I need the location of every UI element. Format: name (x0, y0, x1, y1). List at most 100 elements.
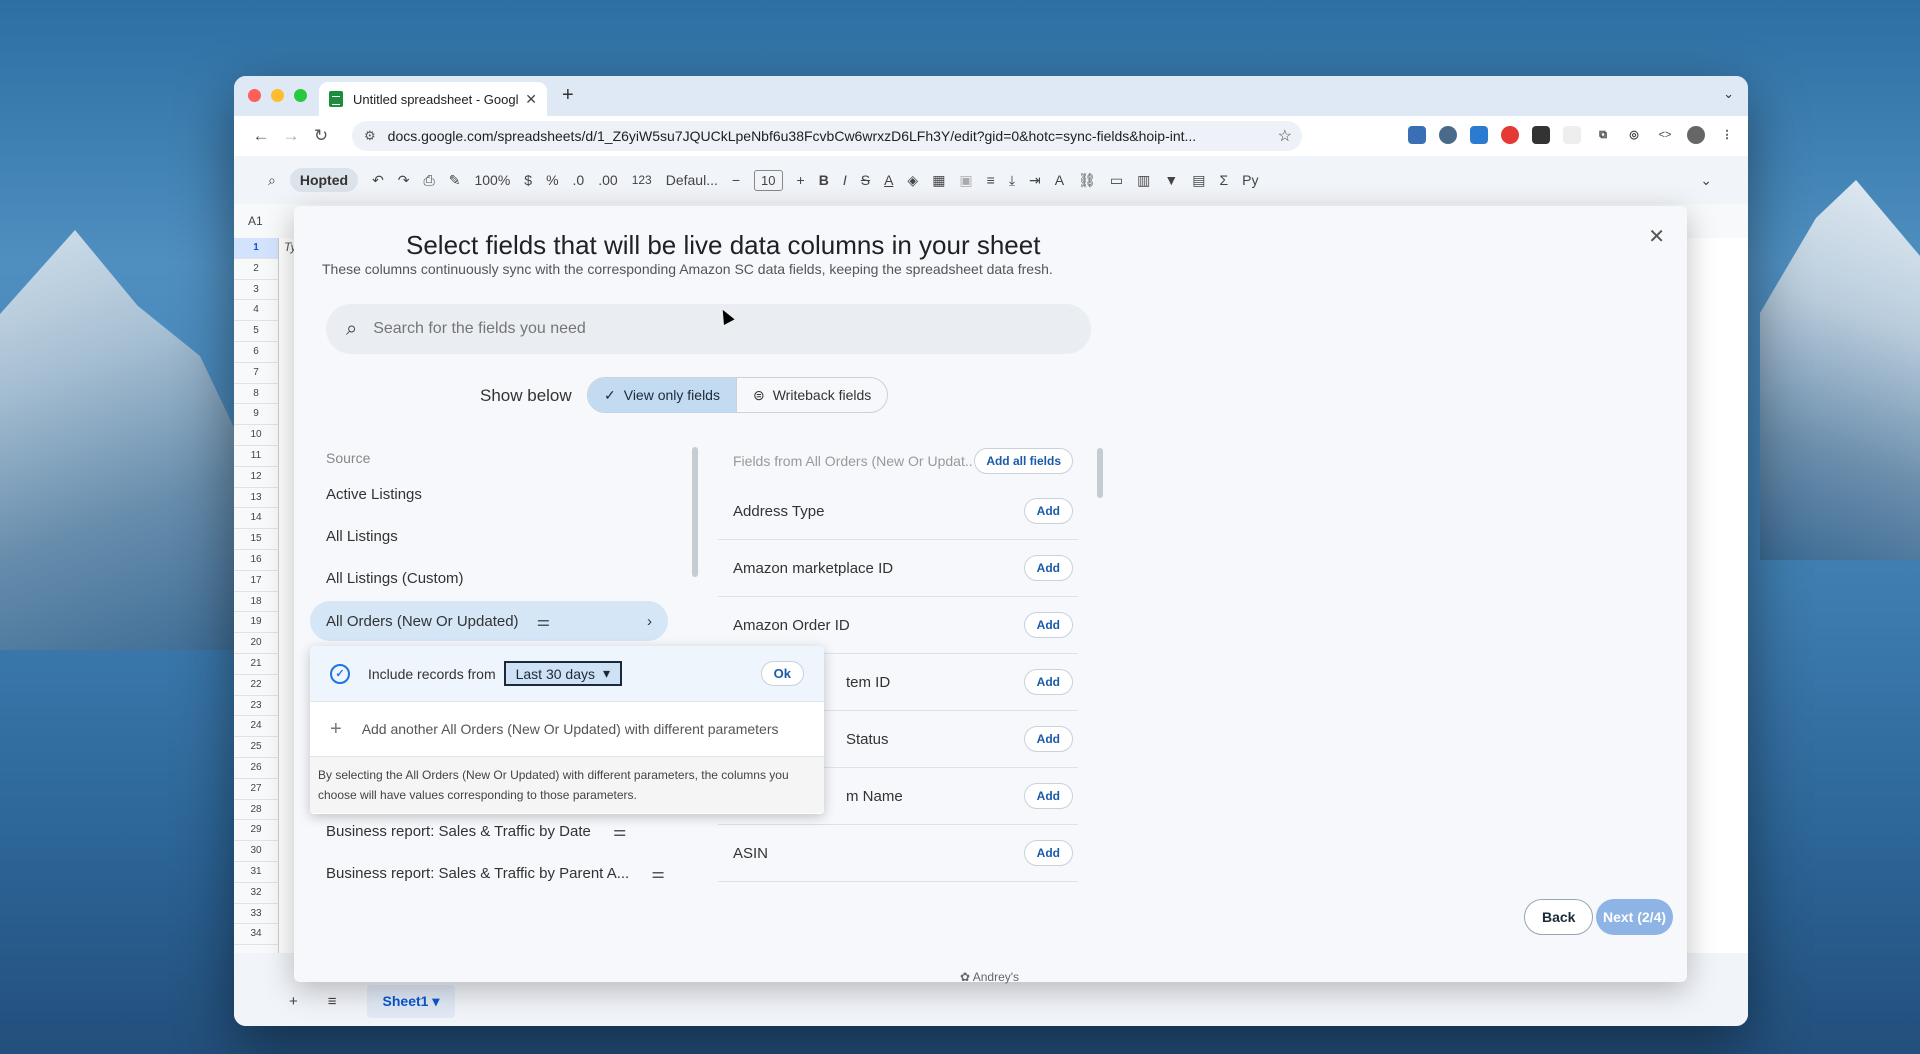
functions-icon[interactable]: Σ (1219, 172, 1228, 188)
currency-format-button[interactable]: $ (524, 172, 532, 188)
close-dialog-icon[interactable]: ✕ (1648, 224, 1665, 249)
close-tab-icon[interactable]: ✕ (525, 91, 537, 108)
row-number[interactable]: 2 (234, 259, 278, 280)
tune-parameters-icon[interactable]: ⚌ (651, 865, 664, 882)
sheet-tab-sheet1[interactable]: Sheet1 ▾ (366, 984, 456, 1018)
reload-icon[interactable]: ↻ (306, 126, 336, 146)
new-tab-icon[interactable]: + (562, 84, 574, 107)
source-item-sales-traffic-by-parent[interactable]: Business report: Sales & Traffic by Pare… (326, 864, 665, 882)
row-number[interactable]: 9 (234, 404, 278, 426)
text-color-icon[interactable]: A (884, 172, 893, 188)
percent-format-button[interactable]: % (546, 172, 558, 188)
row-number[interactable]: 5 (234, 321, 278, 342)
add-field-button[interactable]: Add (1023, 783, 1073, 809)
insert-comment-icon[interactable]: ▭ (1110, 172, 1123, 189)
row-number[interactable]: 31 (234, 862, 278, 883)
browser-tab[interactable]: Untitled spreadsheet - Googl ✕ (319, 82, 547, 116)
font-size-input[interactable]: 10 (754, 169, 783, 191)
number-format-button[interactable]: 123 (632, 173, 652, 187)
undo-icon[interactable]: ↶ (372, 172, 384, 189)
maximize-window-button[interactable] (294, 89, 307, 102)
row-number[interactable]: 6 (234, 342, 278, 363)
row-number[interactable]: 24 (234, 716, 278, 738)
row-number[interactable]: 32 (234, 883, 278, 904)
extension-6-icon[interactable] (1563, 126, 1581, 144)
row-number[interactable]: 1 (234, 238, 278, 259)
row-number[interactable]: 19 (234, 612, 278, 634)
zoom-select[interactable]: 100% (474, 172, 510, 188)
address-bar[interactable]: ⚙ docs.google.com/spreadsheets/d/1_Z6yiW… (352, 121, 1302, 151)
italic-icon[interactable]: I (843, 172, 847, 188)
add-field-button[interactable]: Add (1023, 555, 1073, 581)
row-number[interactable]: 26 (234, 758, 278, 779)
strikethrough-icon[interactable]: S (861, 172, 870, 188)
row-number[interactable]: 18 (234, 592, 278, 613)
merge-cells-icon[interactable]: ▣ (959, 172, 972, 189)
check-circle-icon[interactable]: ✓ (330, 663, 350, 684)
row-number[interactable]: 16 (234, 550, 278, 571)
extension-1-icon[interactable] (1408, 126, 1426, 144)
insert-chart-icon[interactable]: ▥ (1137, 172, 1150, 189)
insert-link-icon[interactable]: ⛓ (1078, 172, 1096, 189)
add-field-button[interactable]: Add (1023, 498, 1073, 524)
source-item-active-listings[interactable]: Active Listings (326, 486, 422, 503)
tune-parameters-icon[interactable]: ⚌ (613, 823, 626, 840)
close-window-button[interactable] (248, 89, 261, 102)
print-icon[interactable]: ⎙ (424, 172, 435, 189)
decrease-font-size-icon[interactable]: − (732, 172, 740, 188)
source-list-scrollbar[interactable] (692, 447, 698, 577)
row-number[interactable]: 3 (234, 280, 278, 301)
date-range-select[interactable]: Last 30 days ▾ (503, 661, 623, 686)
row-number[interactable]: 15 (234, 529, 278, 550)
row-number[interactable]: 25 (234, 737, 278, 758)
forward-arrow-icon[interactable]: → (276, 126, 306, 146)
hide-menus-chevron-icon[interactable]: ⌄ (1700, 172, 1712, 189)
input-tools-icon[interactable]: Ру (1242, 172, 1258, 188)
row-number[interactable]: 11 (234, 446, 278, 467)
decrease-decimal-button[interactable]: .0 (573, 172, 585, 188)
writeback-fields-option[interactable]: ⊜ Writeback fields (735, 378, 887, 412)
row-number[interactable]: 7 (234, 363, 278, 384)
row-number[interactable]: 30 (234, 841, 278, 862)
filter-icon[interactable]: ▼ (1164, 172, 1178, 188)
all-sheets-icon[interactable]: ≡ (328, 993, 337, 1010)
text-wrap-icon[interactable]: ⇥ (1029, 172, 1041, 189)
row-number[interactable]: 27 (234, 779, 278, 800)
add-all-fields-button[interactable]: Add all fields (974, 448, 1073, 474)
search-menus-icon[interactable]: ⌕ (268, 172, 276, 189)
row-number[interactable]: 14 (234, 508, 278, 530)
paint-format-icon[interactable]: ✎ (449, 172, 461, 189)
extension-2-icon[interactable] (1439, 126, 1457, 144)
filter-views-icon[interactable]: ▤ (1192, 172, 1205, 189)
fill-color-icon[interactable]: ◈ (907, 172, 918, 189)
next-button[interactable]: Next (2/4) (1596, 899, 1674, 935)
font-select[interactable]: Defaul... (666, 172, 718, 188)
minimize-window-button[interactable] (271, 89, 284, 102)
text-rotation-icon[interactable]: A (1055, 172, 1064, 188)
fields-list-scrollbar[interactable] (1097, 448, 1103, 498)
source-item-all-listings[interactable]: All Listings (326, 528, 398, 545)
add-field-button[interactable]: Add (1023, 669, 1073, 695)
tab-search-chevron-icon[interactable]: ⌄ (1723, 86, 1734, 102)
row-number[interactable]: 21 (234, 654, 278, 675)
row-number[interactable]: 34 (234, 924, 278, 946)
source-item-sales-traffic-by-date[interactable]: Business report: Sales & Traffic by Date… (326, 822, 626, 840)
bookmark-star-icon[interactable]: ☆ (1278, 126, 1292, 146)
profile-avatar-icon[interactable] (1687, 126, 1705, 144)
row-number[interactable]: 22 (234, 675, 278, 696)
source-item-all-orders[interactable]: All Orders (New Or Updated) ⚌ › (310, 601, 668, 641)
row-number[interactable]: 13 (234, 488, 278, 509)
align-icon[interactable]: ≡ (987, 172, 995, 188)
add-field-button[interactable]: Add (1023, 726, 1073, 752)
bold-icon[interactable]: B (819, 172, 829, 188)
ok-button[interactable]: Ok (760, 661, 804, 686)
field-search-box[interactable]: ⌕ (326, 304, 1091, 354)
add-sheet-icon[interactable]: + (289, 993, 298, 1010)
row-number[interactable]: 29 (234, 820, 278, 842)
extension-5-icon[interactable] (1532, 126, 1550, 144)
row-number[interactable]: 10 (234, 425, 278, 446)
back-button[interactable]: Back (1524, 899, 1594, 935)
add-field-button[interactable]: Add (1023, 840, 1073, 866)
row-number[interactable]: 33 (234, 904, 278, 925)
source-item-all-listings-custom[interactable]: All Listings (Custom) (326, 570, 464, 587)
